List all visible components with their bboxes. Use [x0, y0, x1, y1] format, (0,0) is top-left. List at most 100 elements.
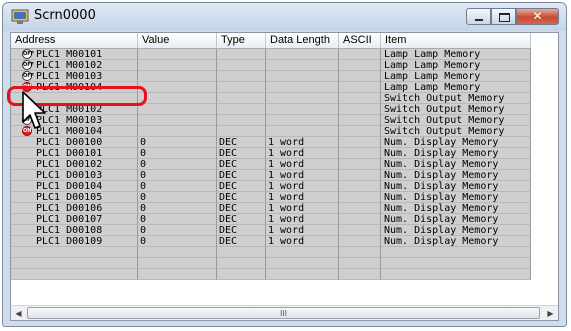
data-length-cell — [266, 49, 339, 60]
type-cell: DEC — [217, 170, 266, 181]
type-cell — [217, 104, 266, 115]
table-row[interactable]: PLC1 D00102 0 DEC 1 word Num. Display Memory — [11, 159, 531, 170]
title-bar[interactable]: Scrn0000 ✕ — [3, 3, 566, 31]
table-row[interactable]: PLC1 D00106 0 DEC 1 word Num. Display Memory — [11, 203, 531, 214]
type-cell — [217, 93, 266, 104]
item-cell — [381, 247, 531, 258]
item-cell: Num. Display Memory — [381, 181, 531, 192]
ascii-cell — [339, 181, 381, 192]
address-cell: PLC1 D00103 — [11, 170, 138, 181]
ascii-cell — [339, 148, 381, 159]
value-cell — [138, 126, 217, 137]
table-row[interactable]: PLC1 M00103 Switch Output Memory OFF — [11, 115, 531, 126]
data-length-cell: 1 word — [266, 137, 339, 148]
off-lamp-icon: OFF — [22, 60, 35, 70]
value-cell — [138, 269, 217, 280]
device-monitor-table: Address Value Type Data Length ASCII Ite… — [10, 32, 559, 321]
column-header-address[interactable]: Address — [11, 33, 138, 48]
type-cell — [217, 269, 266, 280]
close-icon: ✕ — [532, 9, 543, 23]
column-header-data-length[interactable]: Data Length — [266, 33, 339, 48]
item-cell: Num. Display Memory — [381, 170, 531, 181]
table-row[interactable] — [11, 247, 531, 258]
ascii-cell — [339, 71, 381, 82]
table-row[interactable] — [11, 269, 531, 280]
data-length-cell: 1 word — [266, 214, 339, 225]
type-cell: DEC — [217, 192, 266, 203]
ascii-cell — [339, 192, 381, 203]
address-cell: PLC1 D00102 — [11, 159, 138, 170]
type-cell — [217, 258, 266, 269]
column-header-row: Address Value Type Data Length ASCII Ite… — [11, 33, 531, 49]
table-row[interactable]: PLC1 D00105 0 DEC 1 word Num. Display Memory — [11, 192, 531, 203]
data-length-cell — [266, 93, 339, 104]
item-cell: Lamp Lamp Memory — [381, 82, 531, 93]
value-cell: 0 — [138, 214, 217, 225]
data-length-cell: 1 word — [266, 181, 339, 192]
maximize-button[interactable] — [491, 8, 516, 25]
item-cell: Switch Output Memory — [381, 115, 531, 126]
table-row[interactable]: PLC1 D00104 0 DEC 1 word Num. Display Memory — [11, 181, 531, 192]
scrollbar-thumb[interactable]: III — [27, 307, 540, 319]
table-row[interactable]: PLC1 D00109 0 DEC 1 word Num. Display Memory — [11, 236, 531, 247]
scrollbar-grip: III — [279, 309, 288, 318]
item-cell: Num. Display Memory — [381, 148, 531, 159]
table-row[interactable]: PLC1 M00101 Lamp Lamp Memory OFF — [11, 49, 531, 60]
column-header-value[interactable]: Value — [138, 33, 217, 48]
column-header-item[interactable]: Item — [381, 33, 531, 48]
table-row[interactable]: PLC1 D00108 0 DEC 1 word Num. Display Memory — [11, 225, 531, 236]
address-cell: PLC1 D00108 — [11, 225, 138, 236]
item-cell — [381, 269, 531, 280]
table-row[interactable]: PLC1 M00104 Switch Output Memory ON — [11, 126, 531, 137]
table-row[interactable]: PLC1 D00103 0 DEC 1 word Num. Display Memory — [11, 170, 531, 181]
type-cell: DEC — [217, 236, 266, 247]
value-cell: 0 — [138, 137, 217, 148]
address-cell: PLC1 D00109 — [11, 236, 138, 247]
type-cell: DEC — [217, 214, 266, 225]
address-cell — [11, 269, 138, 280]
item-cell: Num. Display Memory — [381, 137, 531, 148]
table-row[interactable]: PLC1 D00101 0 DEC 1 word Num. Display Memory — [11, 148, 531, 159]
data-length-cell — [266, 71, 339, 82]
table-row[interactable]: PLC1 M00102 Lamp Lamp Memory OFF — [11, 60, 531, 71]
item-cell: Num. Display Memory — [381, 192, 531, 203]
scroll-right-arrow-icon[interactable]: ▶ — [543, 306, 558, 320]
value-cell — [138, 60, 217, 71]
data-length-cell — [266, 247, 339, 258]
table-row[interactable]: PLC1 M00103 Lamp Lamp Memory OFF — [11, 71, 531, 82]
data-length-cell: 1 word — [266, 225, 339, 236]
ascii-cell — [339, 126, 381, 137]
table-row[interactable]: PLC1 D00100 0 DEC 1 word Num. Display Memory — [11, 137, 531, 148]
value-cell: 0 — [138, 236, 217, 247]
value-cell: 0 — [138, 181, 217, 192]
minimize-button[interactable] — [466, 8, 491, 25]
monitor-window: Scrn0000 ✕ Address Value Type Data Lengt… — [2, 2, 567, 327]
item-cell: Switch Output Memory — [381, 126, 531, 137]
address-cell: PLC1 D00107 — [11, 214, 138, 225]
data-length-cell — [266, 258, 339, 269]
ascii-cell — [339, 258, 381, 269]
column-header-ascii[interactable]: ASCII — [339, 33, 381, 48]
value-cell — [138, 115, 217, 126]
screen-icon — [11, 9, 29, 24]
column-header-type[interactable]: Type — [217, 33, 266, 48]
value-cell: 0 — [138, 203, 217, 214]
value-cell — [138, 258, 217, 269]
table-row[interactable]: PLC1 D00107 0 DEC 1 word Num. Display Memory — [11, 214, 531, 225]
horizontal-scrollbar[interactable]: ◀ III ▶ — [11, 305, 558, 320]
ascii-cell — [339, 269, 381, 280]
type-cell — [217, 82, 266, 93]
table-row[interactable] — [11, 258, 531, 269]
close-button[interactable]: ✕ — [516, 8, 559, 25]
item-cell: Num. Display Memory — [381, 203, 531, 214]
scroll-left-arrow-icon[interactable]: ◀ — [11, 306, 26, 320]
data-length-cell — [266, 60, 339, 71]
type-cell — [217, 115, 266, 126]
item-cell: Switch Output Memory — [381, 104, 531, 115]
item-cell: Num. Display Memory — [381, 159, 531, 170]
ascii-cell — [339, 82, 381, 93]
maximize-icon — [499, 13, 510, 22]
mouse-pointer-icon — [22, 91, 46, 129]
minimize-icon — [475, 19, 483, 21]
item-cell: Num. Display Memory — [381, 236, 531, 247]
